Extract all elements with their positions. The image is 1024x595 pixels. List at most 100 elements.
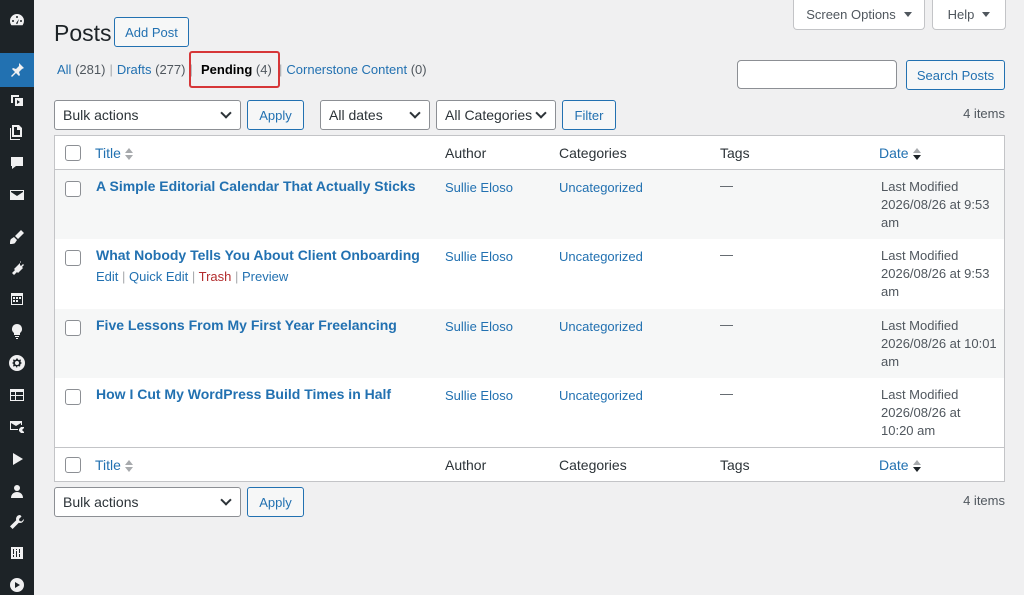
screen-options-label: Screen Options — [806, 7, 896, 22]
sliders-icon[interactable] — [0, 538, 34, 568]
help-button[interactable]: Help — [932, 0, 1006, 30]
table-row: A Simple Editorial Calendar That Actuall… — [55, 170, 1004, 239]
add-post-button[interactable]: Add Post — [114, 17, 189, 47]
tags-value: — — [720, 247, 733, 262]
edit-link[interactable]: Edit — [96, 269, 118, 284]
chevron-down-icon — [535, 107, 547, 119]
email-icon[interactable] — [0, 411, 34, 441]
column-categories-header: Categories — [559, 145, 627, 161]
screen-options-button[interactable]: Screen Options — [793, 0, 925, 30]
pages-icon[interactable] — [0, 117, 34, 147]
dashboard-icon[interactable] — [0, 5, 34, 35]
play-icon[interactable] — [0, 444, 34, 474]
post-title-link[interactable]: A Simple Editorial Calendar That Actuall… — [96, 178, 416, 194]
category-link[interactable]: Uncategorized — [559, 180, 643, 195]
date-value: Last Modified 2026/08/26 at 9:53 am — [881, 248, 990, 299]
author-link[interactable]: Sullie Eloso — [445, 388, 513, 403]
settings-gear-icon[interactable] — [0, 348, 34, 378]
tools-icon[interactable] — [0, 507, 34, 537]
date-value: Last Modified 2026/08/26 at 9:53 am — [881, 179, 990, 230]
apply-button[interactable]: Apply — [247, 100, 304, 130]
category-link[interactable]: Uncategorized — [559, 249, 643, 264]
tags-value: — — [720, 317, 733, 332]
filter-button[interactable]: Filter — [562, 100, 616, 130]
bulk-actions-value: Bulk actions — [63, 494, 139, 510]
column-title-header[interactable]: Title — [95, 145, 133, 161]
post-title-link[interactable]: Five Lessons From My First Year Freelanc… — [96, 317, 397, 333]
dates-select[interactable]: All dates — [320, 100, 430, 130]
select-all-checkbox-footer[interactable] — [65, 457, 81, 473]
table-icon[interactable] — [0, 380, 34, 410]
trash-link[interactable]: Trash — [199, 269, 232, 284]
items-count-bottom: 4 items — [963, 493, 1005, 508]
view-drafts-link[interactable]: Drafts (277) — [117, 62, 186, 77]
bulk-actions-select-bottom[interactable]: Bulk actions — [54, 487, 241, 517]
media-icon[interactable] — [0, 85, 34, 115]
view-cornerstone-link[interactable]: Cornerstone Content (0) — [286, 62, 426, 77]
column-title-footer[interactable]: Title — [95, 457, 133, 473]
lightbulb-icon[interactable] — [0, 316, 34, 346]
bulk-actions-select[interactable]: Bulk actions — [54, 100, 241, 130]
quick-edit-link[interactable]: Quick Edit — [129, 269, 188, 284]
circle-play-icon[interactable] — [0, 570, 34, 595]
admin-sidebar — [0, 0, 34, 595]
view-filters: All (281) | Drafts (277) | — [57, 62, 193, 77]
author-link[interactable]: Sullie Eloso — [445, 319, 513, 334]
table-row: How I Cut My WordPress Build Times in Ha… — [55, 378, 1004, 447]
select-all-checkbox[interactable] — [65, 145, 81, 161]
plugins-icon[interactable] — [0, 253, 34, 283]
users-icon[interactable] — [0, 476, 34, 506]
pin-icon[interactable] — [0, 53, 34, 87]
chevron-down-icon — [220, 494, 232, 506]
help-label: Help — [947, 7, 975, 22]
preview-link[interactable]: Preview — [242, 269, 288, 284]
column-date-header[interactable]: Date — [879, 145, 921, 161]
items-count: 4 items — [963, 106, 1005, 121]
sort-desc-icon — [912, 148, 921, 161]
category-link[interactable]: Uncategorized — [559, 388, 643, 403]
column-tags-header: Tags — [720, 145, 750, 161]
chevron-down-icon — [409, 107, 421, 119]
column-tags-footer: Tags — [720, 457, 750, 473]
sort-icon — [124, 460, 133, 473]
author-link[interactable]: Sullie Eloso — [445, 249, 513, 264]
view-filters-rest: | Cornerstone Content (0) — [279, 62, 427, 77]
row-checkbox[interactable] — [65, 250, 81, 266]
table-row: What Nobody Tells You About Client Onboa… — [55, 239, 1004, 308]
comments-icon[interactable] — [0, 148, 34, 178]
category-link[interactable]: Uncategorized — [559, 319, 643, 334]
calendar-icon[interactable] — [0, 284, 34, 314]
tags-value: — — [720, 386, 733, 401]
row-checkbox[interactable] — [65, 389, 81, 405]
apply-button-bottom[interactable]: Apply — [247, 487, 304, 517]
column-categories-footer: Categories — [559, 457, 627, 473]
appearance-icon[interactable] — [0, 222, 34, 252]
view-all-link[interactable]: All (281) — [57, 62, 105, 77]
column-date-footer[interactable]: Date — [879, 457, 921, 473]
post-title-link[interactable]: How I Cut My WordPress Build Times in Ha… — [96, 386, 391, 402]
author-link[interactable]: Sullie Eloso — [445, 180, 513, 195]
caret-down-icon — [903, 12, 912, 17]
row-checkbox[interactable] — [65, 320, 81, 336]
tags-value: — — [720, 178, 733, 193]
row-checkbox[interactable] — [65, 181, 81, 197]
search-input[interactable] — [737, 60, 897, 89]
column-author-footer: Author — [445, 457, 487, 473]
sort-icon — [124, 148, 133, 161]
dates-value: All dates — [329, 107, 383, 123]
date-value: Last Modified 2026/08/26 at 10:01 am — [881, 318, 997, 369]
mail-icon[interactable] — [0, 180, 34, 210]
table-header: Title Author Categories Tags Date — [55, 136, 1004, 170]
caret-down-icon — [982, 12, 991, 17]
view-pending-link[interactable]: Pending (4) — [201, 62, 272, 77]
categories-select[interactable]: All Categories — [436, 100, 556, 130]
date-value: Last Modified 2026/08/26 at 10:20 am — [881, 387, 961, 438]
post-title-link[interactable]: What Nobody Tells You About Client Onboa… — [96, 247, 420, 263]
search-posts-button[interactable]: Search Posts — [906, 60, 1005, 90]
table-footer: Title Author Categories Tags Date — [55, 447, 1004, 481]
chevron-down-icon — [220, 107, 232, 119]
posts-table: Title Author Categories Tags Date A Simp… — [54, 135, 1005, 482]
column-author-header: Author — [445, 145, 487, 161]
page-title: Posts — [54, 20, 112, 46]
table-row: Five Lessons From My First Year Freelanc… — [55, 309, 1004, 378]
